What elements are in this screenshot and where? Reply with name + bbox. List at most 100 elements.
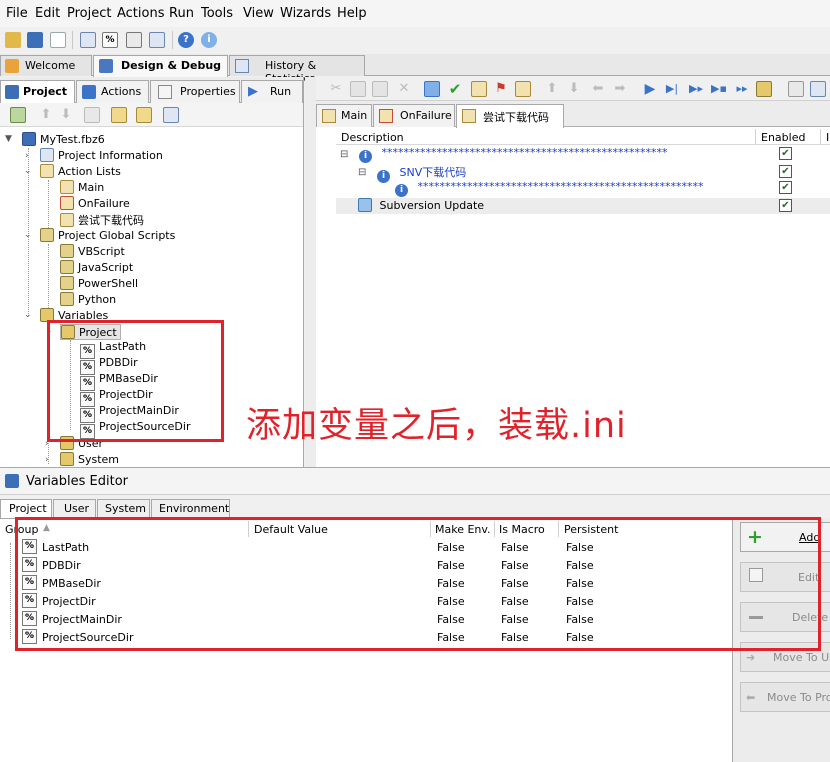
tab-main[interactable]: Main <box>316 104 372 127</box>
step-icon[interactable]: ▶| <box>664 81 680 97</box>
col-enabled[interactable]: Enabled <box>761 131 805 144</box>
expand-arrow-icon[interactable]: › <box>25 151 29 161</box>
label-icon[interactable] <box>515 81 531 97</box>
info-icon: i <box>395 184 408 197</box>
print-icon[interactable] <box>788 81 804 97</box>
move-down-icon[interactable]: ⬇ <box>566 81 582 97</box>
tree-item-onfailure[interactable]: OnFailure <box>60 196 130 212</box>
tab-welcome[interactable]: Welcome <box>0 55 92 76</box>
tab-var-user[interactable]: User <box>53 499 96 518</box>
menu-edit[interactable]: Edit <box>35 6 60 21</box>
collapse-icon[interactable]: ⊟ <box>358 167 366 178</box>
flag-icon[interactable]: ⚑ <box>493 81 509 97</box>
tree-item-action-lists[interactable]: Action Lists <box>40 164 121 180</box>
edit-action-icon[interactable] <box>424 81 440 97</box>
collapse-icon[interactable] <box>84 107 100 123</box>
window-icon[interactable] <box>80 32 96 48</box>
tab-var-project-label: Project <box>9 502 47 515</box>
menu-actions[interactable]: Actions <box>117 6 165 21</box>
add-variable-icon[interactable] <box>136 107 152 123</box>
log-icon[interactable] <box>126 32 142 48</box>
tab-project[interactable]: Project <box>0 80 75 104</box>
collapse-icon[interactable]: ⊟ <box>340 149 348 160</box>
action-row-subversion[interactable]: Subversion Update <box>336 198 830 214</box>
tab-design-debug[interactable]: Design & Debug <box>93 55 228 77</box>
menu-help[interactable]: Help <box>337 6 367 21</box>
move-left-icon[interactable]: ⬅ <box>590 81 606 97</box>
col-description[interactable]: Description <box>341 131 404 144</box>
tab-var-environment[interactable]: Environment <box>151 499 230 518</box>
run-to-icon[interactable]: ▶▪ <box>711 81 727 97</box>
col-extra[interactable]: I <box>826 131 829 144</box>
collapse-arrow-icon[interactable]: ⌄ <box>24 166 32 176</box>
menu-tools[interactable]: Tools <box>201 6 233 21</box>
enable-check-icon[interactable]: ✔ <box>447 81 463 97</box>
enabled-checkbox[interactable]: ✔ <box>779 165 792 178</box>
tab-download-code[interactable]: 尝试下载代码 <box>456 104 564 128</box>
menu-run[interactable]: Run <box>169 6 194 21</box>
tab-welcome-label: Welcome <box>25 59 76 72</box>
collapse-arrow-icon[interactable]: ▼ <box>5 134 12 144</box>
move-down-icon[interactable]: ⬇ <box>58 107 74 123</box>
info-icon: i <box>359 150 372 163</box>
tree-item-javascript[interactable]: JavaScript <box>60 260 133 276</box>
tree-item-powershell[interactable]: PowerShell <box>60 276 138 292</box>
save-icon[interactable] <box>27 32 43 48</box>
action-row-comment[interactable]: i **************************************… <box>359 146 668 163</box>
breakpoint-icon[interactable] <box>756 81 772 97</box>
help-icon[interactable]: ? <box>178 32 194 48</box>
variables-icon[interactable]: % <box>102 32 118 48</box>
move-up-icon[interactable]: ⬆ <box>544 81 560 97</box>
tree-item-python[interactable]: Python <box>60 292 116 308</box>
copy-icon[interactable] <box>350 81 366 97</box>
tree-item-global-scripts[interactable]: Project Global Scripts <box>40 228 175 244</box>
expand-arrow-icon[interactable]: › <box>45 455 49 465</box>
tree-root[interactable]: MyTest.fbz6 <box>22 132 105 148</box>
delete-x-icon[interactable]: ✕ <box>396 81 412 97</box>
run-icon[interactable]: ▶ <box>642 81 658 97</box>
cut-icon[interactable]: ✂ <box>328 81 344 97</box>
tree-item-vbscript[interactable]: VBScript <box>60 244 125 260</box>
tab-var-project[interactable]: Project <box>0 499 52 519</box>
notes-icon[interactable] <box>471 81 487 97</box>
tree-item-main[interactable]: Main <box>60 180 104 196</box>
menu-wizards[interactable]: Wizards <box>280 6 331 21</box>
grid-icon[interactable] <box>163 107 179 123</box>
move-up-icon[interactable]: ⬆ <box>38 107 54 123</box>
action-row-group[interactable]: i SNV下载代码 <box>377 164 466 183</box>
action-toolbar: ✂ ✕ ✔ ⚑ ⬆ ⬇ ⬅ ➡ ▶ ▶| ▶▸ ▶▪ ▸▸ <box>316 77 830 101</box>
tab-run[interactable]: ▶ Run <box>241 80 303 103</box>
open-folder-icon[interactable] <box>5 32 21 48</box>
menu-view[interactable]: View <box>243 6 274 21</box>
menu-file[interactable]: File <box>6 6 28 21</box>
add-script-icon[interactable] <box>111 107 127 123</box>
new-document-icon[interactable] <box>50 32 66 48</box>
grid-view-icon[interactable] <box>810 81 826 97</box>
tab-onfailure[interactable]: OnFailure <box>373 104 455 127</box>
enabled-checkbox[interactable]: ✔ <box>779 181 792 194</box>
action-row-comment[interactable]: i **************************************… <box>395 180 704 197</box>
menu-project[interactable]: Project <box>67 6 111 21</box>
tree-item-label: OnFailure <box>78 197 130 210</box>
tree-item-download-code[interactable]: 尝试下载代码 <box>60 212 144 228</box>
tab-history-statistics[interactable]: History & Statistics <box>229 55 365 85</box>
about-icon[interactable]: i <box>201 32 217 48</box>
tab-var-system[interactable]: System <box>97 499 150 518</box>
paste-icon[interactable] <box>372 81 388 97</box>
tab-properties[interactable]: Properties <box>150 80 240 103</box>
refresh-icon[interactable] <box>10 107 26 123</box>
tree-item-project-information[interactable]: Project Information <box>40 148 163 164</box>
move-right-icon[interactable]: ➡ <box>612 81 628 97</box>
run-from-icon[interactable]: ▸▸ <box>734 81 750 97</box>
move-to-project-button[interactable]: ⬅ Move To Proj <box>740 682 830 712</box>
enabled-checkbox[interactable]: ✔ <box>779 147 792 160</box>
collapse-arrow-icon[interactable]: ⌄ <box>24 310 32 320</box>
list-icon[interactable] <box>149 32 165 48</box>
tab-actions[interactable]: Actions <box>76 80 149 103</box>
move-to-project-label: Move To Proj <box>767 691 830 704</box>
collapse-arrow-icon[interactable]: ⌄ <box>24 230 32 240</box>
tree-guide <box>48 244 49 308</box>
enabled-checkbox[interactable]: ✔ <box>779 199 792 212</box>
step-into-icon[interactable]: ▶▸ <box>688 81 704 97</box>
tree-item-system-vars[interactable]: System <box>60 452 119 467</box>
